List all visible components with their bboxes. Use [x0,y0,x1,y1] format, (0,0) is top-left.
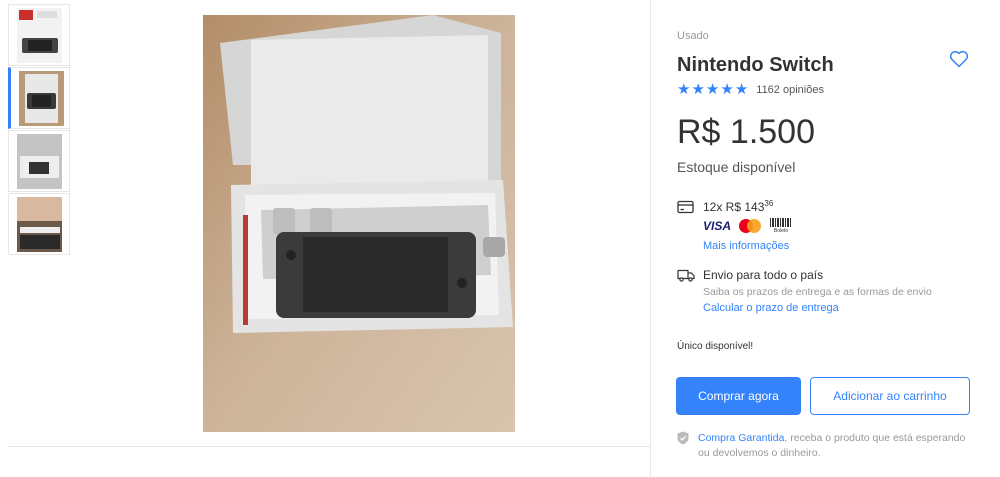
add-to-cart-button[interactable]: Adicionar ao carrinho [810,377,970,415]
star-icon: ★ [720,81,734,98]
gallery-panel [0,0,651,477]
nintendo-switch-box-image [203,15,515,432]
calculate-delivery-link[interactable]: Calcular o prazo de entrega [703,302,839,314]
product-title: Nintendo Switch [677,54,834,76]
thumbnail-list [8,4,70,256]
condition-label: Usado [677,30,709,42]
visa-logo: VISA [703,219,732,233]
divider [8,446,650,447]
shield-icon [677,431,689,445]
star-icon: ★ [677,81,691,98]
stock-status: Estoque disponível [677,159,796,175]
shipping-title: Envio para todo o país [703,268,824,282]
product-card: Usado Nintendo Switch ★ ★ ★ ★ ★ 1162 opi… [0,0,1000,477]
thumbnail-4[interactable] [8,193,70,255]
price: R$ 1.500 [677,113,815,151]
availability-note: Único disponível! [677,341,754,352]
purchase-guarantee: Compra Garantida, receba o produto que e… [698,432,966,459]
buy-box: Usado Nintendo Switch ★ ★ ★ ★ ★ 1162 opi… [651,0,1000,477]
heart-icon[interactable] [949,50,969,68]
installments-text: 12x R$ 14336 [703,199,774,214]
reviews-count[interactable]: 1162 opiniões [756,84,824,96]
credit-card-icon [677,200,694,214]
truck-icon [677,269,695,282]
boleto-logo: Boleto [769,218,793,234]
star-icon: ★ [691,81,705,98]
star-icon: ★ [705,81,720,98]
shipping-subtitle: Saiba os prazos de entrega e as formas d… [703,286,932,298]
more-info-link[interactable]: Mais informações [703,240,789,252]
star-icon: ★ [734,81,749,98]
guarantee-link[interactable]: Compra Garantida [698,432,784,444]
main-product-photo[interactable] [203,15,515,432]
buy-now-button[interactable]: Comprar agora [676,377,801,415]
rating-row[interactable]: ★ ★ ★ ★ ★ 1162 opiniões [677,82,824,98]
payment-methods: VISA Boleto [703,218,793,234]
thumbnail-2[interactable] [8,67,70,129]
thumbnail-1[interactable] [8,4,70,66]
mastercard-logo [739,219,762,233]
thumbnail-3[interactable] [8,130,70,192]
